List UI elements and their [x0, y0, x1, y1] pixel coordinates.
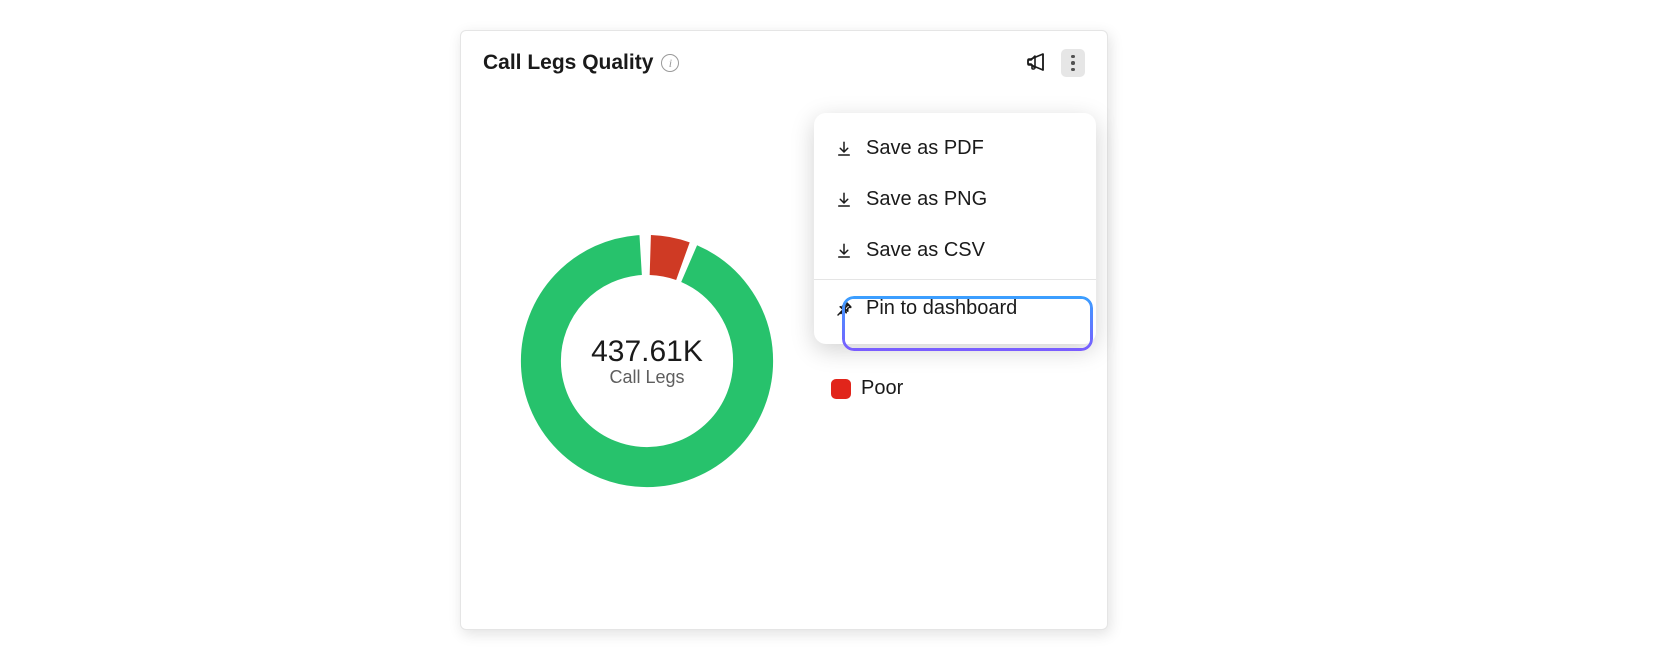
- more-options-menu: Save as PDF Save as PNG Save as CSV: [814, 113, 1096, 344]
- info-icon[interactable]: i: [661, 54, 679, 72]
- card-header: Call Legs Quality i: [461, 31, 1107, 77]
- menu-item-label: Save as PNG: [866, 188, 987, 211]
- menu-item-pin-dashboard[interactable]: Pin to dashboard: [814, 283, 1096, 334]
- menu-divider: [814, 279, 1096, 280]
- download-icon: [834, 241, 854, 261]
- download-icon: [834, 190, 854, 210]
- kebab-icon: [1071, 55, 1075, 72]
- donut-segment-poor: [541, 255, 753, 467]
- card-title: Call Legs Quality: [483, 51, 653, 75]
- megaphone-icon: [1025, 50, 1049, 77]
- legend-swatch-poor: [831, 379, 851, 399]
- menu-item-label: Pin to dashboard: [866, 297, 1017, 320]
- more-options-button[interactable]: [1061, 49, 1085, 77]
- menu-item-save-png[interactable]: Save as PNG: [814, 174, 1096, 225]
- menu-item-save-csv[interactable]: Save as CSV: [814, 225, 1096, 276]
- donut-chart: 437.61K Call Legs: [507, 221, 787, 501]
- widget-card: Call Legs Quality i: [460, 30, 1108, 630]
- title-wrap: Call Legs Quality i: [483, 51, 679, 75]
- announce-button[interactable]: [1023, 49, 1051, 77]
- menu-item-label: Save as PDF: [866, 137, 984, 160]
- menu-item-label: Save as CSV: [866, 239, 985, 262]
- menu-item-save-pdf[interactable]: Save as PDF: [814, 123, 1096, 174]
- legend-label-poor: Poor: [861, 377, 903, 400]
- donut-svg: [507, 221, 787, 501]
- pin-icon: [834, 299, 854, 319]
- download-icon: [834, 139, 854, 159]
- header-actions: [1023, 49, 1085, 77]
- legend-item-poor[interactable]: Poor: [831, 377, 903, 400]
